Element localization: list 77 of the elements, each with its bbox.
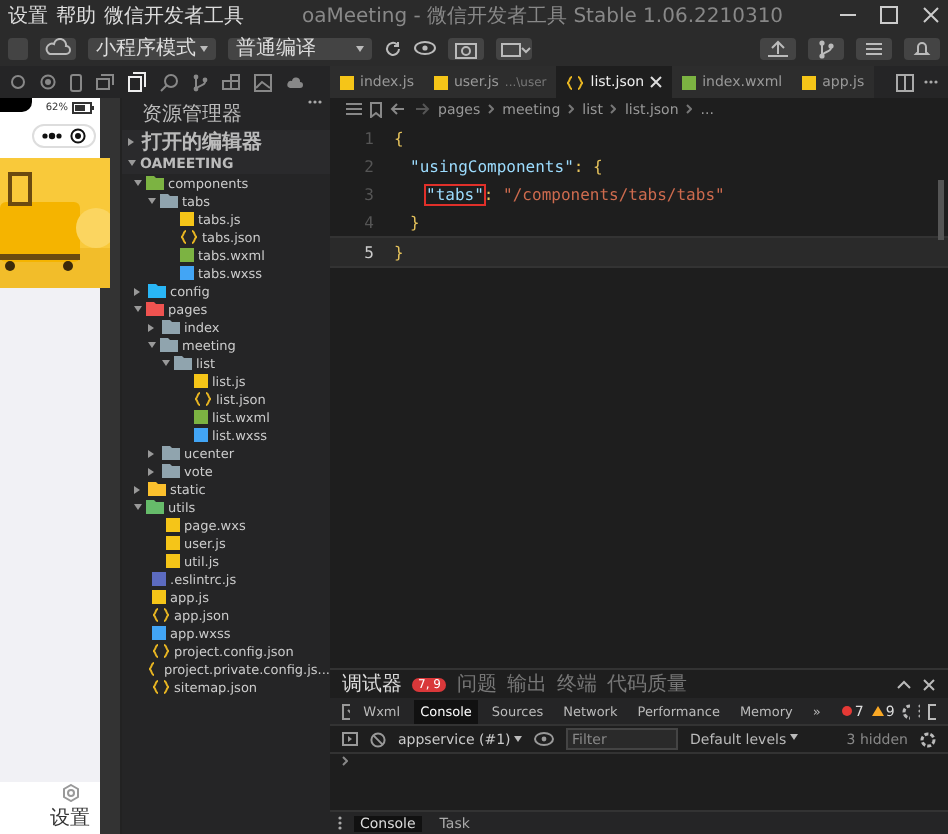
eye-icon[interactable]	[414, 40, 436, 56]
panel-tab[interactable]: 输出	[506, 670, 547, 698]
extensions-icon[interactable]	[222, 73, 240, 91]
camera-icon[interactable]	[448, 37, 484, 59]
code-line: {	[394, 129, 404, 147]
bookmark-icon[interactable]	[370, 101, 382, 117]
search-icon[interactable]	[160, 73, 178, 91]
record-icon[interactable]	[40, 74, 56, 90]
block-icon[interactable]	[370, 731, 386, 747]
file-icon	[682, 75, 697, 89]
menu-item[interactable]: 微信开发者工具	[104, 1, 244, 29]
chevron-icon	[686, 104, 693, 114]
compile-select[interactable]: 普通编译	[228, 37, 372, 59]
panel-tab[interactable]: 问题	[456, 670, 497, 698]
eye-icon[interactable]	[534, 732, 554, 746]
file-icon	[152, 626, 166, 640]
braces-icon	[566, 75, 585, 89]
braces-icon	[180, 230, 198, 244]
braces-icon	[194, 392, 212, 406]
line-number: 5	[362, 243, 376, 261]
window-title: oaMeeting - 微信开发者工具 Stable 1.06.2210310	[302, 3, 784, 29]
collapse-icon[interactable]	[896, 679, 912, 689]
back-icon[interactable]	[390, 102, 406, 116]
code-line: }	[394, 243, 404, 261]
sidebar-icon[interactable]	[342, 732, 358, 746]
branch-icon[interactable]	[192, 73, 208, 91]
panel-tab[interactable]: 终端	[556, 670, 597, 698]
preview-icon[interactable]	[496, 37, 532, 59]
files-icon[interactable]	[128, 72, 146, 92]
mode-select[interactable]: 小程序模式	[88, 37, 216, 59]
cloud-icon[interactable]	[286, 75, 304, 89]
circle-icon[interactable]	[10, 74, 26, 90]
file-icon	[433, 75, 448, 89]
file-icon	[802, 75, 817, 89]
code-line: "tabs": "/components/tabs/tabs"	[424, 185, 725, 203]
file-icon	[180, 212, 194, 226]
refresh-icon[interactable]	[384, 39, 402, 57]
code-line: "usingComponents": {	[408, 157, 603, 175]
panel-tab[interactable]: 调试器	[342, 670, 402, 698]
dock-icon[interactable]	[927, 703, 936, 719]
split-icon[interactable]	[896, 73, 914, 91]
phone-notch	[0, 98, 32, 112]
braces-icon	[152, 644, 170, 658]
menu-item[interactable]: 帮助	[56, 1, 96, 29]
cloud-icon[interactable]	[40, 37, 76, 59]
panel-title: 资源管理器	[142, 102, 242, 128]
chevron-icon	[568, 104, 575, 114]
braces-icon	[152, 680, 170, 694]
phone-icon[interactable]	[70, 73, 82, 91]
braces-icon	[147, 662, 160, 676]
close-icon[interactable]	[922, 6, 940, 24]
chevron-icon	[488, 104, 495, 114]
scrollbar[interactable]	[938, 180, 944, 240]
chevron-icon	[610, 104, 617, 114]
file-icon	[194, 374, 208, 388]
inspect-icon[interactable]	[342, 703, 350, 719]
more-icon[interactable]	[42, 132, 62, 140]
code-line: }	[408, 213, 420, 231]
branch-icon[interactable]	[808, 37, 844, 59]
menu-item[interactable]: 设置	[8, 1, 48, 29]
list-icon[interactable]	[346, 102, 362, 116]
maximize-icon[interactable]	[880, 6, 898, 24]
close-icon[interactable]	[922, 677, 936, 691]
tab-label[interactable]: 设置	[50, 804, 90, 832]
window-icon[interactable]	[96, 74, 114, 90]
image-icon[interactable]	[254, 73, 272, 91]
menu-icon[interactable]	[856, 37, 892, 59]
braces-icon	[152, 608, 170, 622]
battery-icon	[72, 102, 94, 114]
bell-icon[interactable]	[904, 37, 940, 59]
upload-icon[interactable]	[760, 37, 796, 59]
capsule-button[interactable]	[32, 124, 96, 148]
file-icon	[340, 75, 354, 89]
target-icon[interactable]	[70, 128, 86, 144]
close-icon[interactable]	[650, 76, 663, 88]
panel-tab[interactable]: 代码质量	[606, 670, 687, 698]
prompt-icon[interactable]	[342, 756, 348, 766]
